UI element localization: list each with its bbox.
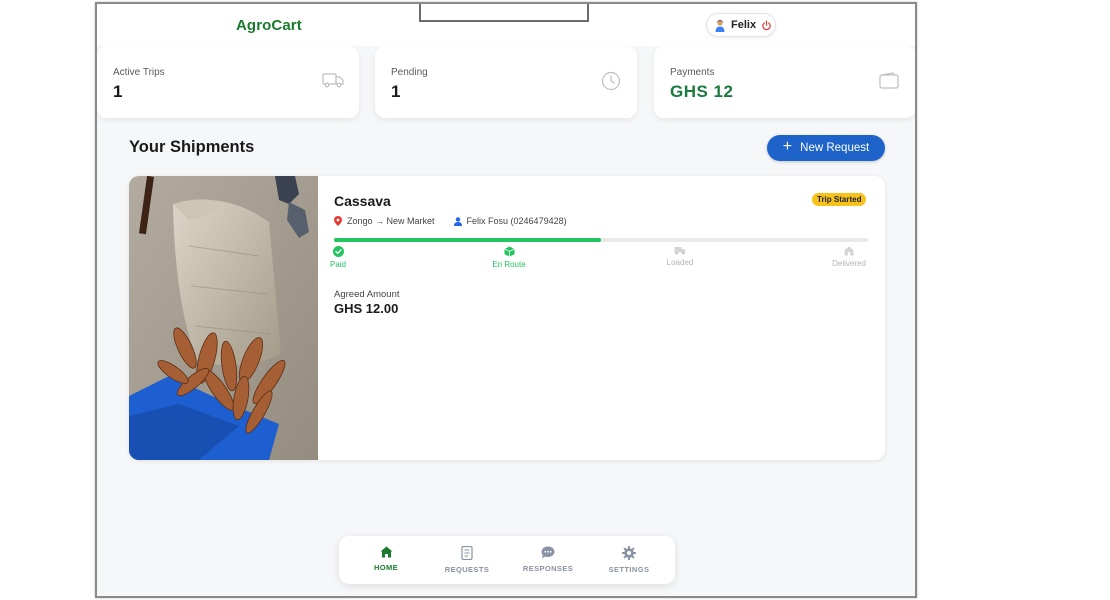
driver-text: Felix Fosu (0246479428)	[466, 216, 567, 226]
person-icon	[453, 216, 462, 226]
user-menu[interactable]: Felix	[706, 13, 776, 37]
user-name: Felix	[731, 19, 757, 31]
stat-card-active-trips: Active Trips 1	[97, 46, 359, 118]
amount-value: GHS 12.00	[334, 301, 399, 316]
step-label: En Route	[492, 260, 526, 269]
stat-label: Payments	[670, 67, 715, 78]
bottom-nav: HOME REQUESTS RESPONSES SETTINGS	[339, 536, 675, 584]
status-badge: Trip Started	[812, 193, 867, 206]
new-request-button[interactable]: + New Request	[767, 135, 885, 161]
brand-logo[interactable]: AgroCart	[236, 17, 302, 34]
stat-value: GHS 12	[670, 82, 734, 101]
document-icon	[461, 546, 473, 560]
section-title: Your Shipments	[129, 138, 255, 156]
power-icon[interactable]	[761, 20, 772, 31]
new-request-label: New Request	[800, 142, 870, 154]
clock-icon	[601, 71, 621, 91]
nav-label: SETTINGS	[608, 565, 650, 574]
progress-track	[334, 238, 868, 242]
home-icon	[844, 246, 854, 256]
amount-label: Agreed Amount	[334, 289, 400, 300]
step-delivered: Delivered	[828, 246, 870, 268]
stat-value: 1	[391, 82, 401, 101]
stat-card-pending: Pending 1	[375, 46, 637, 118]
nav-label: HOME	[373, 563, 399, 572]
step-label: Delivered	[832, 259, 866, 268]
user-avatar-icon	[715, 19, 725, 32]
step-label: Loaded	[666, 258, 694, 267]
nav-label: REQUESTS	[444, 565, 490, 574]
nav-item-home[interactable]: HOME	[351, 546, 421, 572]
stat-value: 1	[113, 82, 123, 101]
home-icon	[380, 546, 392, 558]
stat-card-payments: Payments GHS 12	[654, 46, 915, 118]
nav-item-responses[interactable]: RESPONSES	[513, 546, 583, 573]
nav-label: RESPONSES	[522, 564, 574, 573]
route-info: Zongo → New Market Felix Fosu (024647942…	[334, 216, 567, 226]
route-text: Zongo → New Market	[347, 216, 435, 226]
plus-icon: +	[782, 138, 793, 155]
box-icon	[504, 246, 514, 257]
nav-item-requests[interactable]: REQUESTS	[432, 546, 502, 574]
chat-icon	[541, 546, 555, 559]
step-paid: Paid	[330, 246, 346, 269]
shipment-photo	[129, 176, 318, 460]
gear-icon	[622, 546, 636, 560]
check-circle-icon	[332, 246, 344, 257]
step-label: Paid	[330, 260, 347, 269]
shipment-card[interactable]: Cassava Trip Started Zongo → New Market …	[129, 176, 885, 460]
step-loaded: Loaded	[660, 246, 700, 267]
progress-fill	[334, 238, 601, 242]
truck-icon	[322, 73, 344, 88]
stat-label: Active Trips	[113, 67, 165, 78]
nav-item-settings[interactable]: SETTINGS	[594, 546, 664, 574]
window-notch	[419, 4, 589, 22]
app-window: AgroCart Felix Active Trips 1 Pending 1 …	[95, 2, 917, 598]
step-en-route: En Route	[484, 246, 534, 269]
wallet-icon	[879, 72, 899, 89]
top-bar: AgroCart Felix	[97, 4, 915, 46]
stat-label: Pending	[391, 67, 428, 78]
product-name: Cassava	[334, 193, 391, 209]
location-pin-icon	[334, 216, 342, 226]
truck-icon	[674, 247, 686, 255]
